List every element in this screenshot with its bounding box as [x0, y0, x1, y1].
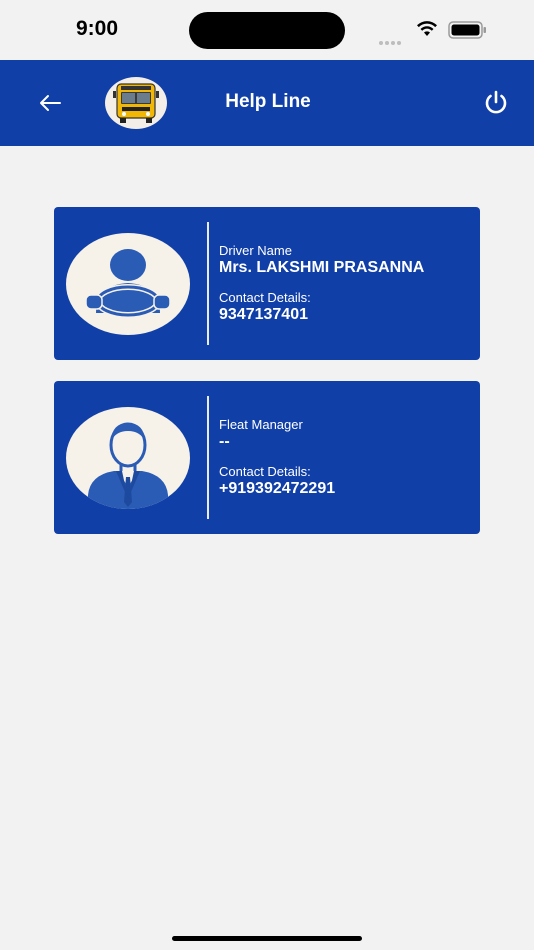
card-divider — [207, 222, 209, 345]
status-time: 9:00 — [76, 17, 119, 40]
manager-name-value: -- — [219, 433, 230, 450]
home-indicator[interactable] — [172, 936, 362, 941]
cellular-signal-icon — [379, 32, 403, 50]
driver-contact-label: Contact Details: — [219, 290, 311, 305]
app-header: Help Line — [0, 60, 534, 146]
fleet-manager-contact-card: Fleat Manager -- Contact Details: +91939… — [54, 381, 480, 534]
manager-role-label: Fleat Manager — [219, 417, 303, 432]
driver-name-label: Driver Name — [219, 243, 292, 258]
manager-icon — [88, 422, 168, 509]
battery-icon — [448, 21, 486, 39]
card-divider — [207, 396, 209, 519]
driver-phone-value[interactable]: 9347137401 — [219, 306, 308, 324]
manager-contact-label: Contact Details: — [219, 464, 311, 479]
driver-name-value: Mrs. LAKSHMI PRASANNA — [219, 259, 425, 276]
wifi-icon — [417, 21, 437, 36]
driver-avatar — [66, 233, 190, 335]
power-logout-icon[interactable] — [482, 89, 510, 117]
dynamic-island — [189, 12, 345, 49]
page-title-text: Help Line — [225, 91, 311, 112]
driver-icon — [85, 249, 171, 318]
manager-phone-value[interactable]: +919392472291 — [219, 480, 335, 498]
manager-avatar — [66, 407, 190, 509]
status-bar: 9:00 — [0, 0, 534, 60]
driver-contact-card: Driver Name Mrs. LAKSHMI PRASANNA Contac… — [54, 207, 480, 360]
page-title: Help Line — [0, 91, 534, 113]
